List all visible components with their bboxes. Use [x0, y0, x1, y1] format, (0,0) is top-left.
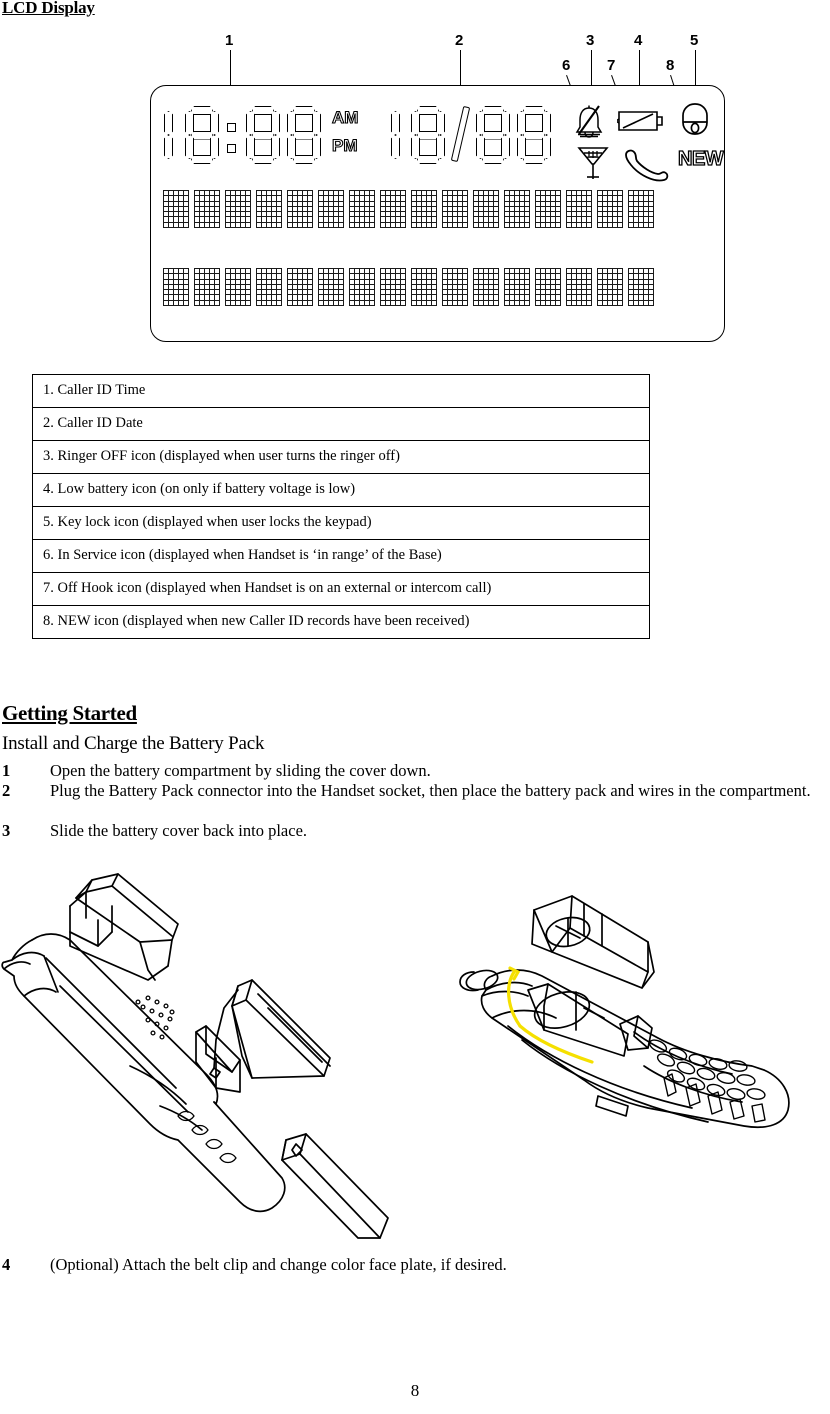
time-digit-2 — [185, 106, 219, 164]
date-separator-slash — [450, 105, 471, 163]
dot-matrix-cell — [411, 268, 437, 306]
step-number-4: 4 — [2, 1255, 11, 1274]
step-item-2: 2 Plug the Battery Pack connector into t… — [2, 781, 822, 801]
callout-number-7: 7 — [607, 57, 616, 74]
dot-matrix-cell — [628, 268, 654, 306]
table-row: 5. Key lock icon (displayed when user lo… — [32, 506, 650, 540]
step-item-1: 1 Open the battery compartment by slidin… — [2, 761, 822, 781]
dot-matrix-cell — [566, 268, 592, 306]
table-row: 2. Caller ID Date — [32, 407, 650, 441]
dot-matrix-cell — [597, 190, 623, 228]
dot-matrix-cell — [318, 268, 344, 306]
handset-open-illustration — [459, 895, 790, 1129]
callout-number-8: 8 — [666, 57, 675, 74]
legend-cell-3: 3. Ringer OFF icon (displayed when user … — [32, 440, 650, 474]
dot-matrix-cell — [442, 268, 468, 306]
legend-cell-5: 5. Key lock icon (displayed when user lo… — [32, 506, 650, 540]
dot-matrix-cell — [349, 190, 375, 228]
dot-matrix-cell — [504, 190, 530, 228]
date-digit-4 — [517, 106, 551, 164]
date-digit-1 — [391, 106, 404, 164]
callout-number-4: 4 — [634, 32, 643, 49]
table-row: 4. Low battery icon (on only if battery … — [32, 473, 650, 507]
dot-matrix-cell — [504, 268, 530, 306]
dot-matrix-cell — [163, 268, 189, 306]
lcd-display-heading: LCD Display — [2, 0, 95, 17]
callout-number-6: 6 — [562, 57, 571, 74]
new-icon: NEW — [677, 147, 724, 170]
off-hook-icon — [625, 149, 669, 182]
dot-matrix-cell — [380, 190, 406, 228]
getting-started-heading: Getting Started — [2, 701, 137, 725]
step-item-4: 4 (Optional) Attach the belt clip and ch… — [2, 1255, 822, 1275]
lcd-bezel: AM PM NEW — [150, 85, 725, 342]
step-text-3: Slide the battery cover back into place. — [50, 821, 308, 840]
install-battery-subheading: Install and Charge the Battery Pack — [2, 733, 265, 754]
legend-cell-8: 8. NEW icon (displayed when new Caller I… — [32, 605, 650, 639]
callout-number-5: 5 — [690, 32, 699, 49]
dot-matrix-cell — [473, 268, 499, 306]
table-row: 1. Caller ID Time — [32, 374, 650, 408]
lcd-icon-legend-table: 1. Caller ID Time 2. Caller ID Date 3. R… — [32, 374, 650, 639]
step-item-3: 3 Slide the battery cover back into plac… — [2, 821, 822, 841]
legend-cell-7: 7. Off Hook icon (displayed when Handset… — [32, 572, 650, 606]
dot-matrix-cell — [287, 190, 313, 228]
dot-matrix-cell — [225, 268, 251, 306]
lcd-display-figure: 1 2 3 4 5 6 7 8 AM PM NEW — [0, 20, 830, 342]
table-row: 3. Ringer OFF icon (displayed when user … — [32, 440, 650, 474]
dot-matrix-cell — [163, 190, 189, 228]
time-digit-3 — [246, 106, 280, 164]
dot-matrix-cell — [349, 268, 375, 306]
table-row: 8. NEW icon (displayed when new Caller I… — [32, 605, 650, 639]
dot-matrix-cell — [411, 190, 437, 228]
callout-number-1: 1 — [225, 32, 234, 49]
date-digit-3 — [476, 106, 510, 164]
legend-cell-2: 2. Caller ID Date — [32, 407, 650, 441]
date-digit-2 — [411, 106, 445, 164]
dot-matrix-cell — [535, 190, 561, 228]
step-text-1: Open the battery compartment by sliding … — [50, 761, 431, 780]
dot-matrix-cell — [597, 268, 623, 306]
time-colon-bottom-dot — [227, 144, 236, 153]
key-lock-icon — [682, 103, 708, 135]
dot-matrix-cell — [535, 268, 561, 306]
time-colon-top-dot — [227, 123, 236, 132]
step-number-1: 1 — [2, 761, 11, 780]
ringer-off-icon — [575, 105, 603, 138]
legend-cell-4: 4. Low battery icon (on only if battery … — [32, 473, 650, 507]
dot-matrix-cell — [318, 190, 344, 228]
callout-number-2: 2 — [455, 32, 464, 49]
dot-matrix-cell — [194, 268, 220, 306]
dot-matrix-cell — [380, 268, 406, 306]
step-number-2: 2 — [2, 781, 11, 800]
dot-matrix-row-2 — [163, 268, 654, 306]
step-text-2: Plug the Battery Pack connector into the… — [50, 781, 811, 800]
dot-matrix-cell — [287, 268, 313, 306]
table-row: 6. In Service icon (displayed when Hands… — [32, 539, 650, 573]
dot-matrix-cell — [473, 190, 499, 228]
dot-matrix-cell — [256, 268, 282, 306]
low-battery-icon — [617, 111, 663, 131]
time-digit-4 — [287, 106, 321, 164]
step-number-3: 3 — [2, 821, 11, 840]
dot-matrix-cell — [442, 190, 468, 228]
dot-matrix-cell — [628, 190, 654, 228]
page-number: 8 — [410, 1381, 420, 1400]
in-service-icon — [577, 147, 609, 179]
pm-indicator: PM — [331, 135, 358, 155]
dot-matrix-cell — [225, 190, 251, 228]
am-indicator: AM — [331, 107, 359, 127]
dot-matrix-cell — [566, 190, 592, 228]
dot-matrix-cell — [194, 190, 220, 228]
legend-cell-1: 1. Caller ID Time — [32, 374, 650, 408]
legend-cell-6: 6. In Service icon (displayed when Hands… — [32, 539, 650, 573]
callout-number-3: 3 — [586, 32, 595, 49]
step-text-4: (Optional) Attach the belt clip and chan… — [50, 1255, 507, 1274]
handset-exploded-illustration — [1, 873, 389, 1239]
time-digit-1 — [164, 106, 177, 164]
dot-matrix-row-1 — [163, 190, 654, 228]
table-row: 7. Off Hook icon (displayed when Handset… — [32, 572, 650, 606]
dot-matrix-cell — [256, 190, 282, 228]
